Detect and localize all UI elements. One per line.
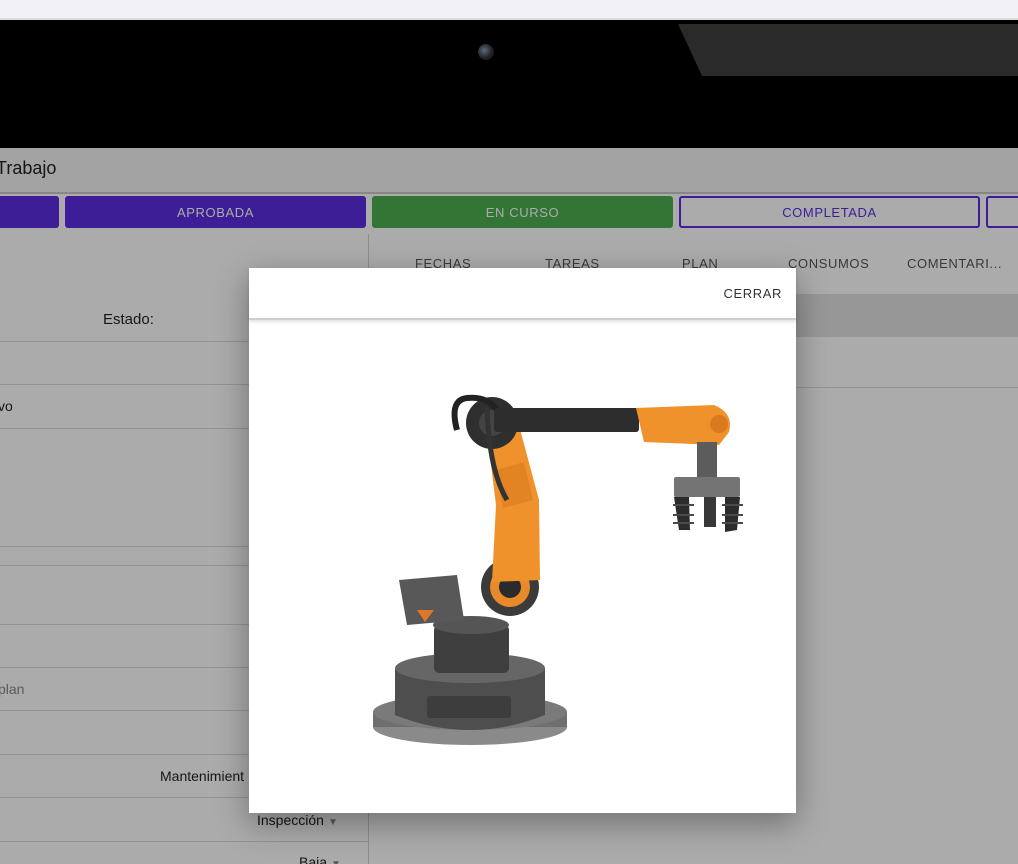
browser-top-bar <box>0 0 1018 20</box>
dialog-header: CERRAR <box>249 268 796 320</box>
image-dialog: CERRAR <box>249 268 796 813</box>
robot-arm-image <box>249 320 796 813</box>
close-button[interactable]: CERRAR <box>724 286 783 301</box>
bezel-notch <box>678 24 1018 76</box>
camera-icon <box>478 44 494 60</box>
device-bezel <box>0 20 1018 148</box>
